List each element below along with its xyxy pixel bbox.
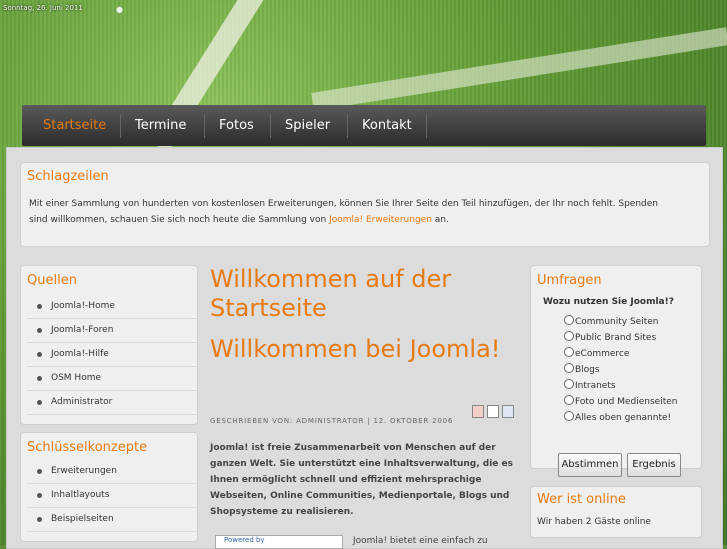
bullet-icon (37, 352, 42, 357)
sources-item[interactable]: Joomla!-Hilfe (27, 343, 197, 367)
article-heading: Willkommen bei Joomla! (210, 335, 501, 363)
email-icon[interactable] (502, 405, 514, 418)
poll-question: Wozu nutzen Sie Joomla!? (543, 297, 674, 307)
powered-by-image: Powered by (215, 535, 343, 549)
concepts-item[interactable]: Erweiterungen (27, 460, 197, 484)
nav-kontakt[interactable]: Kontakt (362, 105, 412, 146)
poll-option[interactable]: Blogs (564, 363, 600, 375)
concepts-item[interactable]: Inhaltlayouts (27, 484, 197, 508)
article-intro: Joomla! ist freie Zusammenarbeit von Men… (210, 443, 513, 517)
article-title[interactable]: Willkommen auf der Startseite (210, 265, 520, 323)
nav-divider (270, 114, 271, 138)
radio-icon[interactable] (564, 315, 574, 325)
article: Willkommen auf der Startseite Willkommen… (210, 265, 520, 364)
pdf-icon[interactable] (472, 405, 484, 418)
concepts-item[interactable]: Beispielseiten (27, 508, 197, 532)
radio-icon[interactable] (564, 331, 574, 341)
sources-box: Quellen Joomla!-Home Joomla!-Foren Jooml… (20, 265, 198, 425)
nav-divider (204, 114, 205, 138)
sources-item[interactable]: Joomla!-Foren (27, 319, 197, 343)
nav-spieler[interactable]: Spieler (285, 105, 330, 146)
print-icon[interactable] (487, 405, 499, 418)
poll-option[interactable]: Foto und Medienseiten (564, 395, 678, 407)
radio-icon[interactable] (564, 379, 574, 389)
poll-box: Umfragen Wozu nutzen Sie Joomla!? Commun… (530, 265, 702, 477)
vote-button[interactable]: Abstimmen (558, 453, 622, 477)
results-button[interactable]: Ergebnis (627, 453, 681, 477)
poll-title: Umfragen (537, 273, 602, 288)
online-box: Wer ist online Wir haben 2 Gäste online (530, 486, 702, 538)
headlines-text: Mit einer Sammlung von hunderten von kos… (29, 199, 658, 225)
nav-divider (426, 114, 427, 138)
sources-title: Quellen (27, 273, 77, 288)
bullet-icon (37, 400, 42, 405)
bullet-icon (37, 493, 42, 498)
sources-item[interactable]: OSM Home (27, 367, 197, 391)
bullet-icon (37, 517, 42, 522)
nav-divider (347, 114, 348, 138)
poll-option[interactable]: eCommerce (564, 347, 629, 359)
radio-icon[interactable] (564, 347, 574, 357)
article-meta: GESCHRIEBEN VON: ADMINISTRATOR | 12. OKT… (210, 417, 454, 425)
header-date: Sonntag, 26. Juni 2011 (3, 4, 83, 12)
poll-option[interactable]: Community Seiten (564, 315, 658, 327)
online-title: Wer ist online (537, 492, 626, 507)
bullet-icon (37, 469, 42, 474)
online-text: Wir haben 2 Gäste online (537, 517, 651, 527)
nav-fotos[interactable]: Fotos (219, 105, 254, 146)
sources-item[interactable]: Joomla!-Home (27, 295, 197, 319)
extensions-link[interactable]: Joomla! Erweiterungen (329, 215, 432, 225)
nav-termine[interactable]: Termine (135, 105, 186, 146)
poll-option[interactable]: Alles oben genannte! (564, 411, 671, 423)
poll-option[interactable]: Intranets (564, 379, 616, 391)
main-navigation: Startseite Termine Fotos Spieler Kontakt (22, 105, 706, 146)
circle-icon: ● (116, 5, 123, 14)
concepts-box: Schlüsselkonzepte Erweiterungen Inhaltla… (20, 432, 198, 542)
bullet-icon (37, 376, 42, 381)
radio-icon[interactable] (564, 395, 574, 405)
headlines-title: Schlagzeilen (27, 169, 109, 184)
bullet-icon (37, 328, 42, 333)
headlines-box: Schlagzeilen Mit einer Sammlung von hund… (20, 162, 710, 247)
concepts-title: Schlüsselkonzepte (27, 440, 148, 455)
bullet-icon (37, 304, 42, 309)
nav-startseite[interactable]: Startseite (43, 105, 106, 146)
radio-icon[interactable] (564, 363, 574, 373)
poll-option[interactable]: Public Brand Sites (564, 331, 656, 343)
radio-icon[interactable] (564, 411, 574, 421)
sources-item[interactable]: Administrator (27, 391, 197, 415)
article-tools (472, 403, 517, 422)
nav-divider (120, 114, 121, 138)
